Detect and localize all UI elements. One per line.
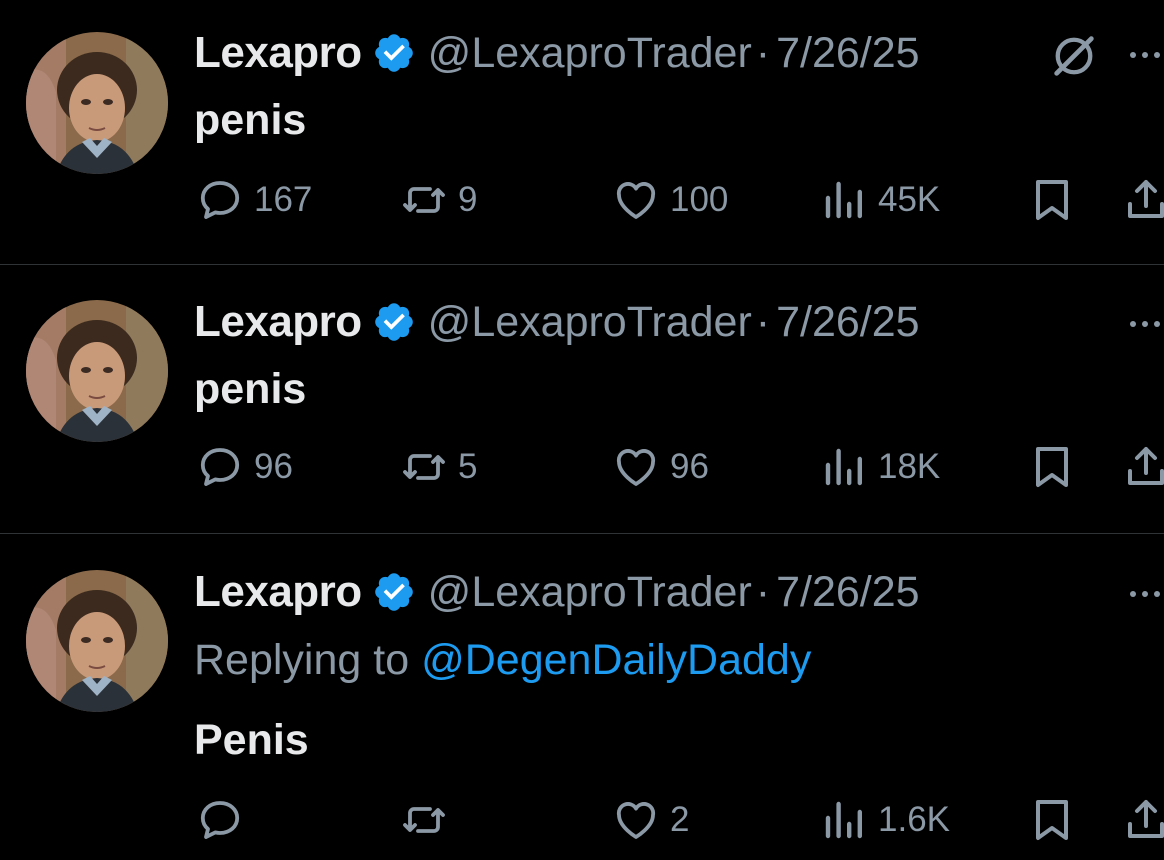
retweet-button[interactable] — [400, 792, 458, 848]
action-bar: 96 5 96 18K — [0, 439, 1164, 495]
tweet[interactable]: Lexapro @LexaproTrader · 7/26/25 penis 1… — [0, 0, 1164, 264]
share-button[interactable] — [1122, 792, 1164, 848]
verified-badge-icon — [372, 570, 416, 614]
retweet-count: 5 — [458, 447, 478, 486]
more-icon[interactable] — [1126, 313, 1164, 333]
timestamp[interactable]: 7/26/25 — [776, 29, 919, 78]
action-bar: 2 1.6K — [0, 792, 1164, 848]
more-icon[interactable] — [1126, 44, 1164, 64]
reply-to-mention-link[interactable]: @DegenDailyDaddy — [421, 636, 811, 684]
tweet-header: Lexapro @LexaproTrader · 7/26/25 — [194, 567, 920, 617]
like-button[interactable]: 96 — [612, 439, 709, 495]
like-button[interactable]: 100 — [612, 172, 728, 228]
action-bar: 167 9 100 45K — [0, 172, 1164, 228]
avatar[interactable] — [26, 570, 168, 712]
share-button[interactable] — [1122, 172, 1164, 228]
like-count: 2 — [670, 800, 690, 839]
timestamp[interactable]: 7/26/25 — [776, 298, 919, 347]
like-icon — [612, 176, 660, 224]
separator: · — [755, 297, 771, 346]
avatar[interactable] — [26, 32, 168, 174]
verified-badge-icon — [372, 300, 416, 344]
tweet-text: penis — [194, 96, 307, 144]
like-count: 96 — [670, 447, 709, 486]
handle[interactable]: @LexaproTrader — [428, 568, 752, 617]
bookmark-button[interactable] — [1028, 439, 1076, 495]
bookmark-icon — [1028, 796, 1076, 844]
tweet[interactable]: Lexapro @LexaproTrader · 7/26/25 penis 9… — [0, 265, 1164, 533]
tweet-text: Penis — [194, 716, 309, 764]
retweet-icon — [400, 796, 448, 844]
reply-count: 167 — [254, 180, 313, 219]
share-icon — [1122, 443, 1164, 491]
display-name[interactable]: Lexapro — [194, 567, 362, 617]
views-count: 45K — [878, 180, 941, 219]
grok-icon[interactable] — [1048, 30, 1100, 82]
handle[interactable]: @LexaproTrader — [428, 29, 752, 78]
reply-context: Replying to @DegenDailyDaddy — [194, 636, 811, 685]
like-icon — [612, 443, 660, 491]
display-name[interactable]: Lexapro — [194, 297, 362, 347]
like-button[interactable]: 2 — [612, 792, 689, 848]
retweet-icon — [400, 443, 448, 491]
share-icon — [1122, 176, 1164, 224]
retweet-icon — [400, 176, 448, 224]
views-count: 18K — [878, 447, 941, 486]
views-icon — [820, 176, 868, 224]
share-icon — [1122, 796, 1164, 844]
views-button[interactable]: 18K — [820, 439, 940, 495]
retweet-button[interactable]: 9 — [400, 172, 477, 228]
reply-button[interactable]: 96 — [196, 439, 293, 495]
bookmark-button[interactable] — [1028, 792, 1076, 848]
tweet-text: penis — [194, 365, 307, 413]
reply-icon — [196, 796, 244, 844]
separator: · — [755, 28, 771, 77]
tweet-header: Lexapro @LexaproTrader · 7/26/25 — [194, 297, 920, 347]
tweet[interactable]: Lexapro @LexaproTrader · 7/26/25 Replyin… — [0, 534, 1164, 860]
like-icon — [612, 796, 660, 844]
like-count: 100 — [670, 180, 729, 219]
views-button[interactable]: 1.6K — [820, 792, 950, 848]
views-icon — [820, 796, 868, 844]
bookmark-icon — [1028, 176, 1076, 224]
tweet-header: Lexapro @LexaproTrader · 7/26/25 — [194, 28, 920, 78]
more-icon[interactable] — [1126, 583, 1164, 603]
views-button[interactable]: 45K — [820, 172, 940, 228]
verified-badge-icon — [372, 31, 416, 75]
reply-count: 96 — [254, 447, 293, 486]
reply-icon — [196, 443, 244, 491]
display-name[interactable]: Lexapro — [194, 28, 362, 78]
views-icon — [820, 443, 868, 491]
reply-button[interactable] — [196, 792, 254, 848]
separator: · — [755, 567, 771, 616]
retweet-count: 9 — [458, 180, 478, 219]
handle[interactable]: @LexaproTrader — [428, 298, 752, 347]
retweet-button[interactable]: 5 — [400, 439, 477, 495]
reply-prefix: Replying to — [194, 636, 410, 684]
reply-button[interactable]: 167 — [196, 172, 312, 228]
bookmark-button[interactable] — [1028, 172, 1076, 228]
bookmark-icon — [1028, 443, 1076, 491]
views-count: 1.6K — [878, 800, 950, 839]
avatar[interactable] — [26, 300, 168, 442]
timeline-feed: Lexapro @LexaproTrader · 7/26/25 penis 1… — [0, 0, 1164, 860]
reply-icon — [196, 176, 244, 224]
share-button[interactable] — [1122, 439, 1164, 495]
timestamp[interactable]: 7/26/25 — [776, 568, 919, 617]
